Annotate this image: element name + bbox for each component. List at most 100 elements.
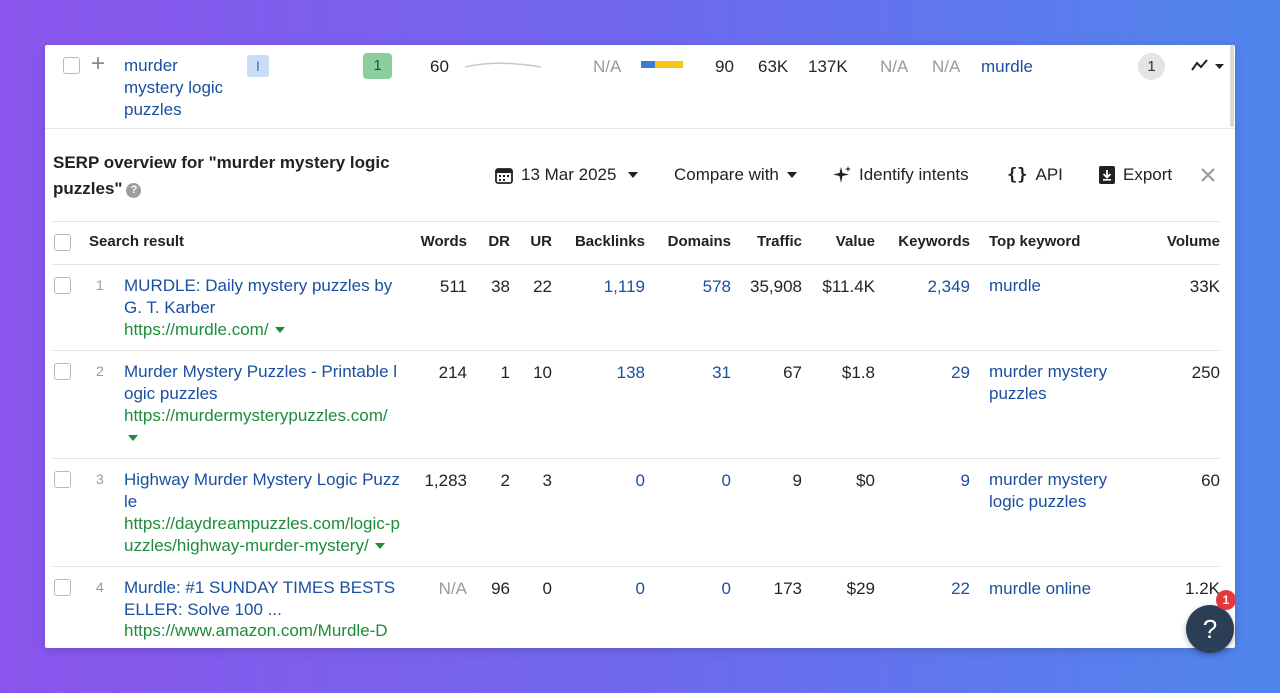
value-amount: $11.4K	[822, 277, 875, 296]
chevron-down-icon[interactable]	[374, 543, 385, 549]
download-icon	[1099, 166, 1115, 184]
traffic-value: 35,908	[750, 277, 802, 296]
dr-value: 1	[500, 363, 510, 382]
keyword-link[interactable]: murder mystery logic puzzles	[124, 55, 234, 121]
metric-na-2: N/A	[880, 57, 909, 76]
domains-link[interactable]: 578	[650, 277, 731, 297]
trend-chart-dropdown-icon[interactable]	[1190, 58, 1228, 74]
metric-na-1: N/A	[593, 57, 622, 76]
position-number: 2	[96, 363, 104, 379]
dr-value: 2	[500, 471, 510, 490]
ur-value: 3	[542, 471, 552, 490]
calendar-icon	[495, 168, 513, 184]
top-keyword-link[interactable]: murder mystery logic puzzles	[989, 469, 1129, 513]
top-keyword-link[interactable]: murdle online	[989, 579, 1091, 599]
date-label: 13 Mar 2025	[521, 165, 617, 184]
ur-value: 0	[542, 579, 552, 598]
compare-with-dropdown[interactable]: Compare with	[674, 165, 797, 185]
chevron-down-icon[interactable]	[274, 327, 285, 333]
keywords-link[interactable]: 29	[880, 363, 970, 383]
col-ur[interactable]: UR	[512, 233, 552, 250]
col-keywords[interactable]: Keywords	[880, 233, 970, 250]
chevron-down-icon	[628, 172, 639, 178]
col-top-keyword[interactable]: Top keyword	[989, 233, 1080, 250]
identify-intents-label: Identify intents	[859, 165, 969, 184]
volume-value: 250	[1191, 363, 1220, 382]
result-title-link[interactable]: Highway Murder Mystery Logic Puzzle	[124, 469, 402, 513]
divider	[53, 458, 1220, 459]
help-button[interactable]: ?	[1186, 605, 1234, 653]
col-words[interactable]: Words	[407, 233, 467, 250]
identify-intents-button[interactable]: Identify intents	[833, 165, 969, 185]
chevron-down-icon[interactable]	[128, 435, 138, 441]
row-checkbox[interactable]	[54, 471, 71, 488]
words-value: 214	[438, 363, 467, 382]
close-icon[interactable]	[1201, 168, 1215, 182]
result-url[interactable]: https://daydreampuzzles.com/logic-puzzle…	[124, 513, 409, 557]
dr-value: 38	[491, 277, 510, 296]
result-title-link[interactable]: Murder Mystery Puzzles - Printable logic…	[124, 361, 402, 405]
api-button[interactable]: {} API	[1007, 165, 1063, 185]
backlinks-link[interactable]: 0	[560, 579, 645, 599]
chevron-down-icon	[786, 172, 797, 178]
kd-badge: 1	[363, 53, 392, 79]
intent-badge[interactable]: I	[247, 55, 269, 77]
words-value: 1,283	[424, 471, 467, 490]
top-keyword-link[interactable]: murder mystery puzzles	[989, 361, 1129, 405]
metric-137k: 137K	[808, 57, 848, 76]
domains-link[interactable]: 0	[650, 579, 731, 599]
volume-value: 33K	[1189, 277, 1220, 296]
keyword-panel: + murder mystery logic puzzles I 1 60 N/…	[45, 45, 1235, 648]
keywords-link[interactable]: 2,349	[880, 277, 970, 297]
keyword-checkbox[interactable]	[63, 57, 80, 74]
help-circle-icon[interactable]: ?	[126, 183, 142, 198]
row-checkbox[interactable]	[54, 277, 71, 294]
value-amount: $0	[856, 471, 875, 490]
col-search-result[interactable]: Search result	[89, 233, 184, 250]
col-traffic[interactable]: Traffic	[735, 233, 802, 250]
words-value: 511	[439, 277, 467, 296]
traffic-potential: 90	[715, 57, 734, 76]
export-button[interactable]: Export	[1099, 165, 1172, 185]
value-amount: $29	[846, 579, 875, 598]
date-picker[interactable]: 13 Mar 2025	[495, 165, 639, 185]
domains-link[interactable]: 31	[650, 363, 731, 383]
backlinks-link[interactable]: 138	[560, 363, 645, 383]
result-url[interactable]: https://murdle.com/	[124, 320, 285, 340]
result-url[interactable]: https://www.amazon.com/Murdle-D	[124, 621, 388, 641]
top-keyword-link[interactable]: murdle	[989, 275, 1129, 297]
serp-features-bar	[641, 61, 683, 68]
position-number: 4	[96, 579, 104, 595]
result-title-link[interactable]: Murdle: #1 SUNDAY TIMES BESTSELLER: Solv…	[124, 577, 402, 621]
keyword-row: + murder mystery logic puzzles I 1 60 N/…	[45, 45, 1235, 129]
plus-icon[interactable]: +	[91, 52, 105, 76]
parent-topic-link[interactable]: murdle	[981, 57, 1033, 77]
result-title-link[interactable]: MURDLE: Daily mystery puzzles by G. T. K…	[124, 275, 402, 319]
value-amount: $1.8	[841, 363, 875, 382]
col-value[interactable]: Value	[815, 233, 875, 250]
row-checkbox[interactable]	[54, 579, 71, 596]
words-value: N/A	[438, 579, 467, 598]
select-all-checkbox[interactable]	[54, 234, 71, 251]
metric-63k: 63K	[758, 57, 789, 76]
ur-value: 10	[533, 363, 552, 382]
serp-count-badge[interactable]: 1	[1138, 53, 1165, 80]
position-number: 3	[96, 471, 104, 487]
trend-sparkline	[464, 62, 542, 68]
col-backlinks[interactable]: Backlinks	[560, 233, 645, 250]
row-checkbox[interactable]	[54, 363, 71, 380]
backlinks-link[interactable]: 0	[560, 471, 645, 491]
ur-value: 22	[533, 277, 552, 296]
col-dr[interactable]: DR	[470, 233, 510, 250]
metric-na-3: N/A	[932, 57, 961, 76]
backlinks-link[interactable]: 1,119	[560, 277, 645, 297]
keywords-link[interactable]: 9	[880, 471, 970, 491]
col-domains[interactable]: Domains	[650, 233, 731, 250]
curly-braces-icon: {}	[1007, 165, 1028, 185]
export-label: Export	[1123, 165, 1173, 184]
compare-label: Compare with	[674, 165, 779, 184]
col-volume[interactable]: Volume	[1145, 233, 1220, 250]
keywords-link[interactable]: 22	[880, 579, 970, 599]
domains-link[interactable]: 0	[650, 471, 731, 491]
result-url[interactable]: https://murdermysterypuzzles.com/	[124, 406, 388, 426]
